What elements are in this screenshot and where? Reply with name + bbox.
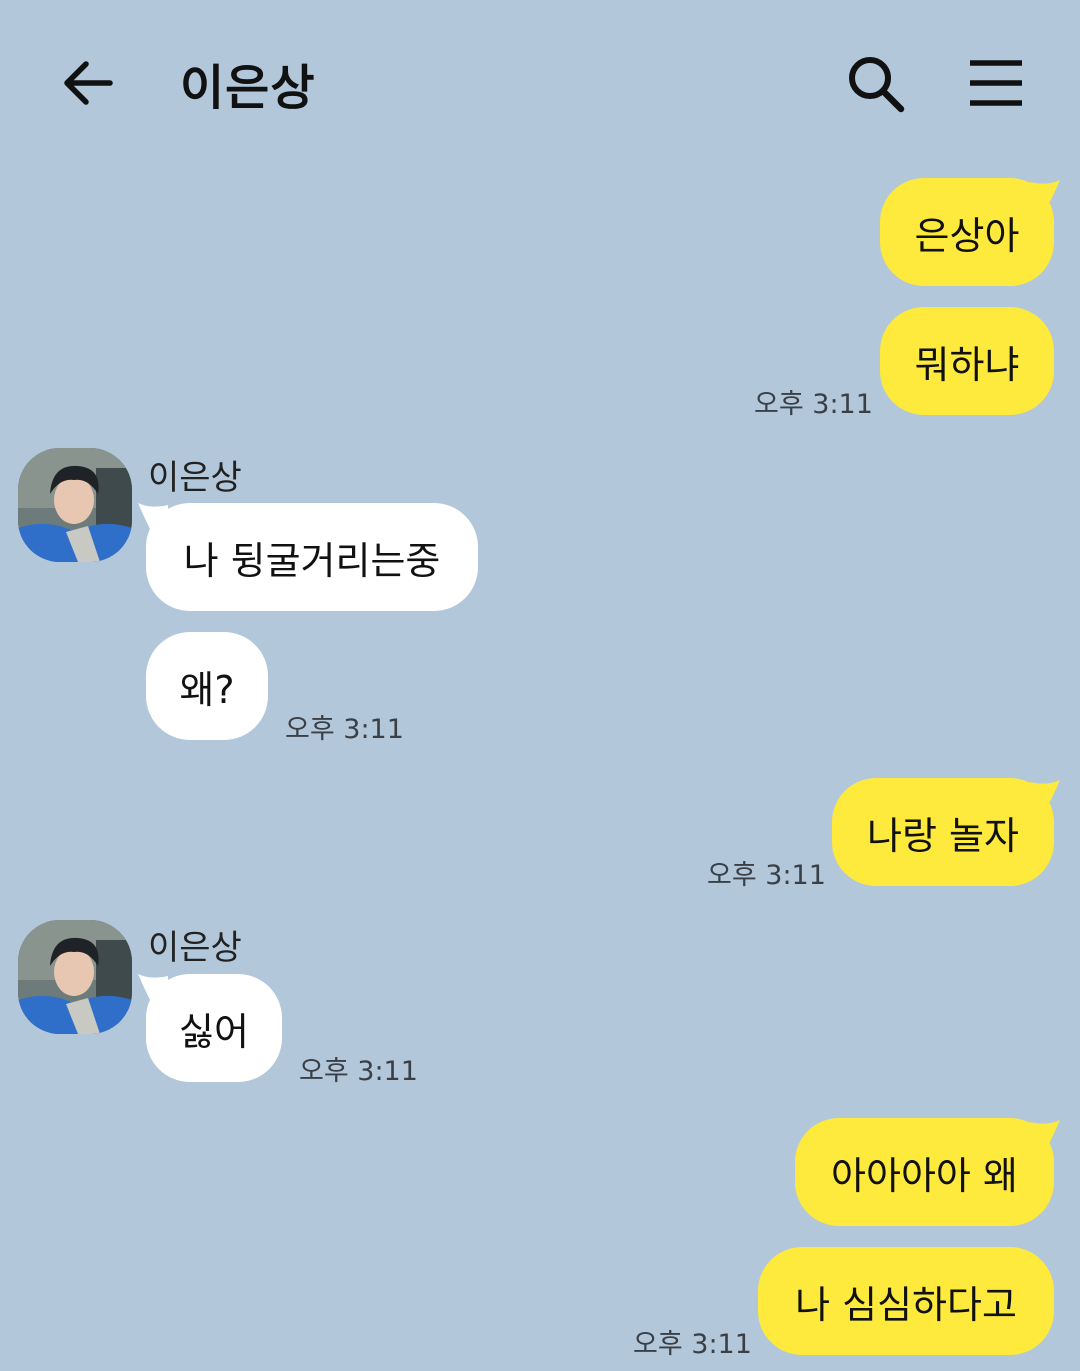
arrow-left-icon	[64, 61, 113, 105]
menu-button[interactable]	[968, 58, 1024, 108]
bubble-tail	[1030, 1120, 1060, 1150]
my-message-bubble[interactable]: 은상아	[880, 178, 1054, 286]
search-button[interactable]	[846, 54, 906, 114]
bubble-tail	[138, 974, 168, 1004]
sender-name: 이은상	[148, 928, 242, 968]
my-message-bubble[interactable]: 나랑 놀자	[832, 778, 1054, 886]
message-text: 뭐하냐	[914, 342, 1020, 387]
message-text: 싫어	[179, 1009, 249, 1054]
avatar[interactable]	[18, 920, 132, 1034]
message-time: 오후 3:11	[285, 714, 404, 745]
sender-name: 이은상	[148, 458, 242, 498]
profile-photo-icon	[18, 448, 132, 562]
message-text: 나랑 놀자	[867, 813, 1019, 858]
their-message-bubble[interactable]: 왜?	[146, 632, 268, 740]
avatar[interactable]	[18, 448, 132, 562]
my-message-bubble[interactable]: 뭐하냐	[880, 307, 1054, 415]
message-time: 오후 3:11	[754, 389, 873, 420]
bubble-tail	[138, 503, 168, 533]
message-text: 나 뒹굴거리는중	[183, 538, 441, 583]
message-time: 오후 3:11	[633, 1329, 752, 1360]
message-text: 왜?	[179, 667, 235, 712]
message-text: 나 심심하다고	[795, 1282, 1017, 1327]
my-message-bubble[interactable]: 아아아아 왜	[795, 1118, 1054, 1226]
profile-photo-icon	[18, 920, 132, 1034]
message-text: 은상아	[914, 213, 1020, 258]
hamburger-menu-icon	[970, 60, 1022, 106]
chat-header: 이은상	[0, 0, 1080, 170]
chat-title: 이은상	[180, 60, 316, 116]
message-time: 오후 3:11	[299, 1056, 418, 1087]
message-text: 아아아아 왜	[831, 1153, 1018, 1198]
bubble-tail	[1030, 180, 1060, 210]
bubble-tail	[1030, 780, 1060, 810]
message-time: 오후 3:11	[707, 860, 826, 891]
my-message-bubble[interactable]: 나 심심하다고	[758, 1247, 1054, 1355]
search-icon	[849, 57, 905, 113]
back-button[interactable]	[60, 55, 116, 111]
their-message-bubble[interactable]: 나 뒹굴거리는중	[146, 503, 478, 611]
